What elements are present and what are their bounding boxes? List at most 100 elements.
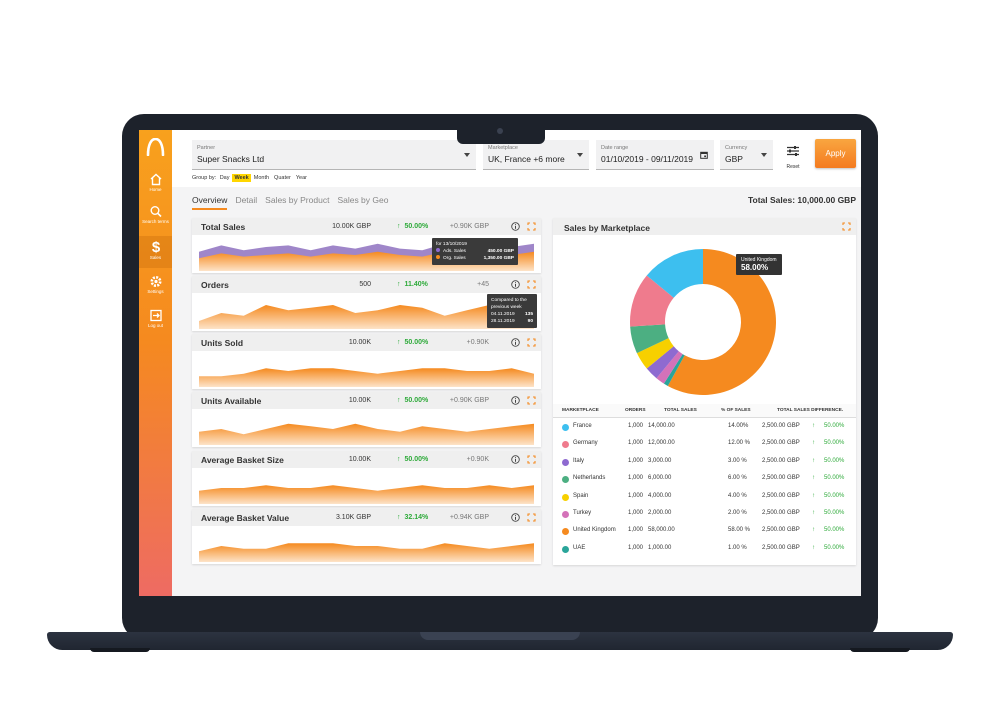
table-row[interactable]: Netherlands 1,000 6,000.00 6.00 % 2,500.00 G… <box>553 470 856 487</box>
sales-difference-cell: 2,500.00 GBP <box>762 457 800 464</box>
metric-change: ↑ 11.40% <box>397 281 428 288</box>
chevron-down-icon <box>761 153 767 157</box>
currency-select[interactable]: Currency GBP <box>720 140 773 170</box>
marketplace-name: Spain <box>573 492 589 499</box>
metric-card: Units Available 10.00K ↑ 50.00% +0.90K GBP <box>192 392 541 447</box>
marketplace-name: Germany <box>573 440 598 447</box>
tooltip-label: Org. Sales <box>443 256 466 261</box>
sparkline-area <box>199 423 534 445</box>
sidebar-item-sales[interactable]: $ Sales <box>139 236 172 268</box>
marketplace-name: United Kingdom <box>573 527 616 534</box>
marketplace-name: Turkey <box>573 509 592 516</box>
gear-icon <box>150 276 161 287</box>
arrow-up-icon: ↑ <box>812 440 815 447</box>
group-by-year[interactable]: Year <box>294 174 309 182</box>
sparkline-chart <box>199 485 534 504</box>
expand-icon[interactable] <box>527 513 536 522</box>
metric-name: Units Available <box>201 396 262 406</box>
tab-overview[interactable]: Overview <box>192 195 228 210</box>
marketplace-name: France <box>573 423 592 429</box>
metric-change: ↑ 50.00% <box>397 397 428 404</box>
sidebar-item-settings[interactable]: Settings <box>139 272 172 304</box>
arrow-up-icon: ↑ <box>812 527 815 534</box>
change-cell: 50.00% <box>824 440 845 447</box>
tooltip-label: 28.11.2019 <box>491 319 515 324</box>
reset-button[interactable]: Reset <box>783 144 803 170</box>
arrow-up-icon: ↑ <box>397 514 401 521</box>
total-sales-cell: 1,000.00 <box>648 544 672 551</box>
sidebar-item-search-terms[interactable]: Search terms <box>139 202 172 234</box>
tab-sales-by-geo[interactable]: Sales by Geo <box>337 195 388 208</box>
group-by-quater[interactable]: Quater <box>272 174 293 182</box>
group-by-day[interactable]: Day <box>218 174 232 182</box>
tab-detail[interactable]: Detail <box>235 195 257 208</box>
table-row[interactable]: Spain 1,000 4,000.00 4.00 % 2,500.00 GBP ↑ 50.… <box>553 488 856 505</box>
arrow-up-icon: ↑ <box>812 492 815 499</box>
expand-icon[interactable] <box>527 455 536 464</box>
sales-tooltip: for 13/10/2019 Ads. Sales 450.00 GBP Org.… <box>432 238 518 265</box>
change-cell: 50.00% <box>824 544 845 551</box>
table-row[interactable]: Germany 1,000 12,000.00 12.00 % 2,500.00 GBP… <box>553 435 856 452</box>
change-cell: 50.00% <box>824 509 845 516</box>
marketplace-select[interactable]: Marketplace UK, France +6 more <box>483 140 589 170</box>
sparkline-chart <box>199 305 534 329</box>
table-row[interactable]: France 1,000 14,000.00 14.00% 2,500.00 GBP ↑ 5… <box>553 418 856 435</box>
expand-icon[interactable] <box>842 222 851 231</box>
table-row[interactable]: Italy 1,000 3,000.00 3.00 % 2,500.00 GBP ↑ 50.… <box>553 453 856 470</box>
metric-change-value: 50.00% <box>404 456 429 463</box>
chevron-down-icon <box>577 153 583 157</box>
table-row[interactable]: UAE 1,000 1,000.00 1.00 % 2,500.00 GBP ↑ 50.00… <box>553 540 856 557</box>
tooltip-value: 1,350.00 GBP <box>483 256 514 261</box>
tooltip-label: 04.11.2019 <box>491 312 515 317</box>
search-icon <box>150 206 162 218</box>
camera-icon <box>497 128 503 134</box>
change-cell: 50.00% <box>824 457 845 464</box>
color-swatch <box>562 458 569 466</box>
info-icon[interactable] <box>511 280 520 289</box>
expand-icon[interactable] <box>527 338 536 347</box>
metric-name: Orders <box>201 280 229 290</box>
table-row[interactable]: United Kingdom 1,000 58,000.00 58.00 % 2,500… <box>553 522 856 539</box>
partner-select[interactable]: Partner Super Snacks Ltd <box>192 140 476 170</box>
group-by: Group by: Day Week Month Quater Year <box>192 174 310 182</box>
total-sales-cell: 2,000.00 <box>648 509 672 516</box>
table-row[interactable]: Turkey 1,000 2,000.00 2.00 % 2,500.00 GBP ↑ 50… <box>553 505 856 522</box>
expand-icon[interactable] <box>527 396 536 405</box>
info-icon[interactable] <box>511 396 520 405</box>
tooltip-title: for 13/10/2019 <box>436 242 467 247</box>
tooltip-value: 450.00 GBP <box>487 249 514 254</box>
expand-icon[interactable] <box>527 280 536 289</box>
sidebar-item-label: Home <box>149 187 162 192</box>
sales-difference-cell: 2,500.00 GBP <box>762 423 800 429</box>
metric-change: ↑ 32.14% <box>397 514 428 521</box>
info-icon[interactable] <box>511 513 520 522</box>
arrow-up-icon: ↑ <box>397 339 401 346</box>
sparkline-area <box>199 543 534 562</box>
group-by-label: Group by: <box>192 175 217 181</box>
color-swatch <box>562 493 569 501</box>
info-icon[interactable] <box>511 222 520 231</box>
expand-icon[interactable] <box>527 222 536 231</box>
metric-value: 3.10K GBP <box>335 514 371 521</box>
sales-difference-cell: 2,500.00 GBP <box>762 475 800 482</box>
column-header: TOTAL SALES <box>664 408 697 413</box>
sidebar-item-logout[interactable]: Log out <box>139 306 172 338</box>
sidebar-item-home[interactable]: Home <box>139 170 172 202</box>
color-swatch <box>562 528 569 536</box>
metric-card: Units Sold 10.00K ↑ 50.00% +0.90K <box>192 334 541 389</box>
percent-of-sales-cell: 58.00 % <box>728 527 751 534</box>
apply-button[interactable]: Apply <box>815 139 856 168</box>
currency-label: Currency <box>725 145 748 151</box>
arrow-up-icon: ↑ <box>812 509 815 516</box>
percent-of-sales-cell: 4.00 % <box>728 492 747 499</box>
group-by-month[interactable]: Month <box>252 174 271 182</box>
tab-sales-by-product[interactable]: Sales by Product <box>265 195 329 208</box>
calendar-icon[interactable] <box>700 151 708 159</box>
orders-cell: 1,000 <box>628 492 644 499</box>
group-by-week[interactable]: Week <box>232 174 251 182</box>
info-icon[interactable] <box>511 455 520 464</box>
date-range-picker[interactable]: Date range 01/10/2019 - 09/11/2019 <box>596 140 714 170</box>
sales-difference-cell: 2,500.00 GBP <box>762 544 800 551</box>
info-icon[interactable] <box>511 338 520 347</box>
metric-change: ↑ 50.00% <box>397 223 428 230</box>
